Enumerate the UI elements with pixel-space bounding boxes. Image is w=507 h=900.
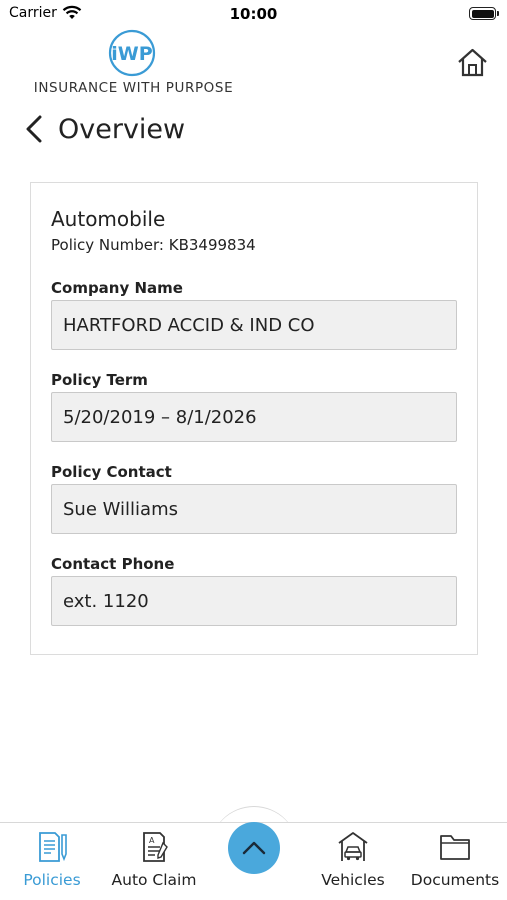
tab-vehicles[interactable]: Vehicles — [303, 830, 403, 889]
company-name-label: Company Name — [51, 279, 183, 297]
expand-menu-button[interactable] — [228, 822, 280, 874]
logo-text: INSURANCE WITH PURPOSE — [33, 80, 234, 96]
folder-icon — [440, 835, 470, 860]
policy-contact-field: Sue Williams — [51, 484, 457, 534]
policy-term-field: 5/20/2019 – 8/1/2026 — [51, 392, 457, 442]
policy-term-label: Policy Term — [51, 371, 148, 389]
policy-number: Policy Number: KB3499834 — [51, 236, 256, 254]
logo-mark-icon: iWP — [108, 29, 156, 77]
tab-policies[interactable]: Policies — [2, 830, 102, 889]
tab-policies-label: Policies — [23, 871, 81, 889]
logo-monogram: iWP — [111, 43, 152, 65]
contact-phone-label: Contact Phone — [51, 555, 175, 573]
tab-documents-label: Documents — [410, 871, 500, 889]
home-button[interactable] — [456, 46, 489, 79]
battery-icon — [469, 7, 499, 20]
garage-car-icon — [338, 832, 368, 861]
tab-auto-claim[interactable]: A Auto Claim — [104, 830, 204, 889]
chevron-left-icon[interactable] — [22, 111, 46, 147]
chevron-up-icon — [242, 841, 266, 855]
status-time: 10:00 — [229, 5, 278, 23]
policy-type: Automobile — [51, 207, 166, 231]
back-navigation[interactable]: Overview — [22, 108, 185, 150]
company-name-field: HARTFORD ACCID & IND CO — [51, 300, 457, 350]
home-icon — [458, 48, 487, 77]
document-pen-icon — [39, 832, 67, 862]
policy-card: Automobile Policy Number: KB3499834 Comp… — [30, 182, 478, 655]
page-title: Overview — [58, 113, 186, 145]
tab-auto-claim-label: Auto Claim — [111, 871, 197, 889]
company-logo: iWP INSURANCE WITH PURPOSE — [26, 28, 241, 98]
policy-contact-label: Policy Contact — [51, 463, 172, 481]
status-bar: Carrier 10:00 — [0, 0, 507, 28]
svg-text:A: A — [149, 836, 155, 845]
tab-documents[interactable]: Documents — [405, 830, 505, 889]
contact-phone-field[interactable]: ext. 1120 — [51, 576, 457, 626]
claim-form-icon: A — [143, 832, 168, 862]
tab-vehicles-label: Vehicles — [321, 871, 385, 889]
